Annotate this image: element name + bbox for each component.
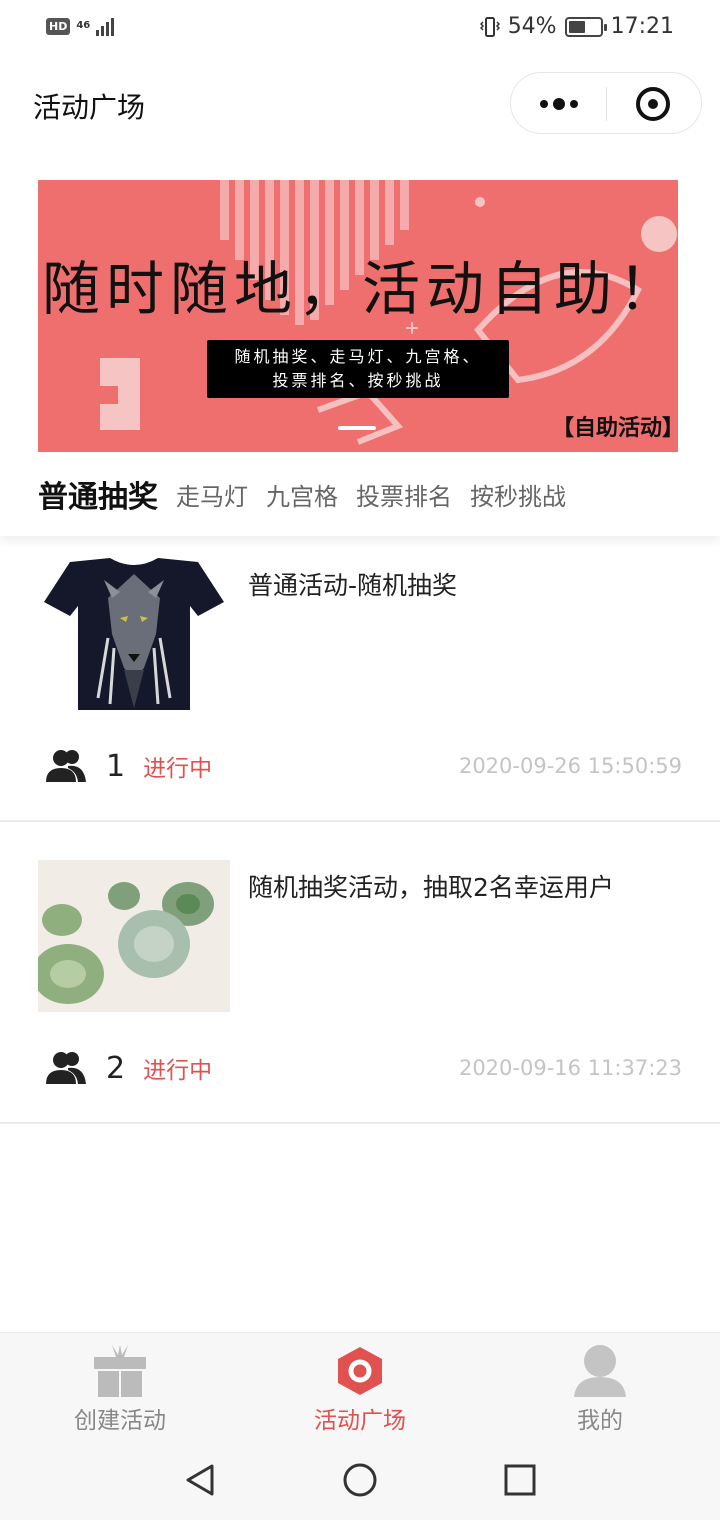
home-icon[interactable] <box>342 1462 378 1498</box>
banner-subtitle-line2: 投票排名、按秒挑战 <box>272 371 444 390</box>
more-button[interactable] <box>511 73 606 135</box>
participant-count: 2 <box>106 1050 126 1086</box>
category-tabs: 普通抽奖 走马灯 九宫格 投票排名 按秒挑战 <box>0 452 720 536</box>
user-icon <box>574 1341 626 1397</box>
succulent-plants-image <box>38 860 230 1012</box>
battery-icon <box>564 16 607 37</box>
tab-label: 创建活动 <box>74 1408 166 1434</box>
back-icon[interactable] <box>182 1462 218 1498</box>
navigation-bar: 活动广场 <box>0 58 720 154</box>
status-badge: 进行中 <box>143 756 213 782</box>
activity-time: 2020-09-26 15:50:59 <box>458 754 682 778</box>
carousel-indicator <box>338 426 376 430</box>
bottom-tab-bar: 创建活动 活动广场 我的 <box>0 1332 720 1440</box>
system-navigation-bar <box>0 1440 720 1520</box>
activity-title: 随机抽奖活动，抽取2名幸运用户 <box>248 873 614 902</box>
vibrate-icon <box>479 16 500 38</box>
signal-icon <box>96 16 115 36</box>
status-bar-left: HD 46 <box>46 16 115 36</box>
tab-normal-lottery[interactable]: 普通抽奖 <box>38 472 158 516</box>
recents-icon[interactable] <box>502 1462 538 1498</box>
tab-mine[interactable]: 我的 <box>480 1333 720 1441</box>
network-type: 46 <box>76 20 91 31</box>
activity-card[interactable]: 随机抽奖活动，抽取2名幸运用户 2 进行中 2020-09-16 11:37:2… <box>0 822 720 1124</box>
mini-program-capsule <box>510 72 702 134</box>
banner-carousel[interactable]: 随时随地，活动自助！ 随机抽奖、走马灯、九宫格、 投票排名、按秒挑战 【自助活动… <box>38 180 678 452</box>
close-button[interactable] <box>607 73 703 135</box>
tab-marquee[interactable]: 走马灯 <box>176 477 248 512</box>
banner-subtitle-line1: 随机抽奖、走马灯、九宫格、 <box>234 347 482 366</box>
tab-seconds-challenge[interactable]: 按秒挑战 <box>470 477 566 512</box>
activity-meta: 1 进行中 <box>44 748 212 784</box>
tab-vote-ranking[interactable]: 投票排名 <box>356 477 452 512</box>
tab-nine-grid[interactable]: 九宫格 <box>266 477 338 512</box>
tab-activity-square[interactable]: 活动广场 <box>240 1333 480 1441</box>
status-bar-right: 54% 17:21 <box>479 14 674 39</box>
hd-badge: HD <box>46 17 71 35</box>
banner-tag: 【自助活动】 <box>551 416 678 441</box>
activity-time: 2020-09-16 11:37:23 <box>458 1056 682 1080</box>
activity-card[interactable]: 普通活动-随机抽奖 1 进行中 2020-09-26 15:50:59 <box>0 538 720 822</box>
activity-title: 普通活动-随机抽奖 <box>248 571 458 600</box>
target-close-icon <box>636 87 670 121</box>
battery-percent: 54% <box>507 14 557 39</box>
banner-subtitle: 随机抽奖、走马灯、九宫格、 投票排名、按秒挑战 <box>207 340 509 398</box>
page-title: 活动广场 <box>33 91 146 124</box>
hexagon-icon <box>334 1341 386 1397</box>
tab-label: 活动广场 <box>314 1408 406 1434</box>
battery-fill <box>568 20 585 33</box>
tab-label: 我的 <box>577 1408 623 1434</box>
tab-create-activity[interactable]: 创建活动 <box>0 1333 240 1441</box>
status-badge: 进行中 <box>143 1058 213 1084</box>
activity-meta: 2 进行中 <box>44 1050 212 1086</box>
clock: 17:21 <box>610 14 674 39</box>
people-icon <box>44 748 88 784</box>
status-bar: HD 46 54% 17:21 <box>0 0 720 58</box>
banner-heading: 随时随地，活动自助！ <box>42 255 678 323</box>
participant-count: 1 <box>106 748 126 784</box>
wolf-tshirt-image <box>38 558 230 710</box>
people-icon <box>44 1050 88 1086</box>
gift-icon <box>94 1341 146 1397</box>
